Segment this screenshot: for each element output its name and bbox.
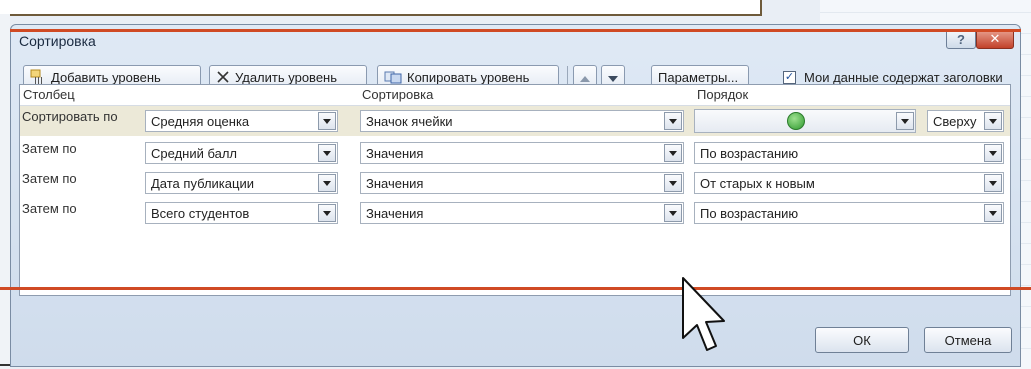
sort-on-header: Сортировка: [362, 87, 434, 102]
add-level-icon: [30, 69, 46, 85]
order-select[interactable]: По возрастанию: [694, 142, 1004, 164]
row-label: Затем по: [22, 141, 77, 156]
sort-on-value: Значения: [366, 205, 424, 221]
column-value: Всего студентов: [151, 205, 250, 221]
chevron-down-icon[interactable]: [984, 204, 1002, 222]
cell-icon-select[interactable]: [694, 109, 916, 133]
background-sheet: [0, 0, 762, 16]
mouse-cursor-icon: [680, 276, 726, 359]
column-value: Дата публикации: [151, 175, 254, 191]
sort-level-row[interactable]: Затем по Дата публикации Значения От ста…: [20, 168, 1010, 198]
column-select[interactable]: Средняя оценка: [145, 110, 338, 132]
column-select[interactable]: Средний балл: [145, 142, 338, 164]
column-value: Средний балл: [151, 145, 238, 161]
order-select[interactable]: По возрастанию: [694, 202, 1004, 224]
delete-x-icon: [216, 70, 230, 84]
sort-on-value: Значок ячейки: [366, 113, 453, 129]
column-value: Средняя оценка: [151, 113, 250, 129]
row-label: Затем по: [22, 201, 77, 216]
sort-on-select[interactable]: Значок ячейки: [360, 110, 684, 132]
order-value: По возрастанию: [700, 145, 799, 161]
chevron-down-icon[interactable]: [318, 144, 336, 162]
sort-on-value: Значения: [366, 145, 424, 161]
annotation-line-middle: [0, 287, 1031, 290]
ok-button[interactable]: ОК: [815, 327, 909, 353]
headers-checkbox-label: Мои данные содержат заголовки: [804, 70, 1003, 85]
sort-levels-panel: Столбец Сортировка Порядок Сортировать п…: [19, 84, 1011, 296]
chevron-down-icon[interactable]: [318, 112, 336, 130]
chevron-down-icon[interactable]: [984, 144, 1002, 162]
close-button[interactable]: ✕: [976, 29, 1014, 49]
background-left: [0, 14, 10, 369]
sort-on-select[interactable]: Значения: [360, 142, 684, 164]
column-select[interactable]: Всего студентов: [145, 202, 338, 224]
chevron-down-icon[interactable]: [664, 112, 682, 130]
cancel-button[interactable]: Отмена: [924, 327, 1012, 353]
help-button[interactable]: ?: [946, 29, 976, 49]
copy-level-label: Копировать уровень: [407, 69, 530, 85]
sort-on-select[interactable]: Значения: [360, 172, 684, 194]
order-select[interactable]: От старых к новым: [694, 172, 1004, 194]
order-header: Порядок: [697, 87, 749, 102]
row-label: Сортировать по: [22, 109, 118, 124]
chevron-down-icon[interactable]: [896, 112, 914, 130]
chevron-down-icon[interactable]: [664, 174, 682, 192]
chevron-down-icon[interactable]: [664, 204, 682, 222]
chevron-down-icon[interactable]: [318, 174, 336, 192]
order-value: По возрастанию: [700, 205, 799, 221]
position-value: Сверху: [933, 113, 977, 129]
headers-checkbox-wrap[interactable]: ✓ Мои данные содержат заголовки: [783, 70, 1003, 85]
copy-icon: [384, 70, 402, 84]
sort-on-value: Значения: [366, 175, 424, 191]
chevron-down-icon[interactable]: [664, 144, 682, 162]
green-circle-icon: [786, 112, 805, 130]
sort-on-select[interactable]: Значения: [360, 202, 684, 224]
row-label: Затем по: [22, 171, 77, 186]
order-value: От старых к новым: [700, 175, 815, 191]
annotation-line-top: [10, 29, 1021, 32]
arrow-up-icon: [580, 70, 590, 85]
chevron-down-icon[interactable]: [984, 112, 1002, 130]
dialog-title: Сортировка: [19, 33, 96, 49]
sort-level-row[interactable]: Затем по Всего студентов Значения По воз…: [20, 198, 1010, 228]
delete-level-label: Удалить уровень: [235, 69, 338, 85]
sort-level-row[interactable]: Сортировать по Средняя оценка Значок яче…: [20, 106, 1010, 136]
add-level-label: Добавить уровень: [51, 69, 161, 85]
position-select[interactable]: Сверху: [927, 110, 1004, 132]
chevron-down-icon[interactable]: [318, 204, 336, 222]
headers-checkbox[interactable]: ✓: [783, 71, 796, 84]
options-label: Параметры...: [658, 69, 739, 85]
column-select[interactable]: Дата публикации: [145, 172, 338, 194]
column-header: Столбец: [23, 87, 75, 102]
arrow-down-icon: [608, 70, 618, 85]
sort-level-row[interactable]: Затем по Средний балл Значения По возрас…: [20, 138, 1010, 168]
chevron-down-icon[interactable]: [984, 174, 1002, 192]
